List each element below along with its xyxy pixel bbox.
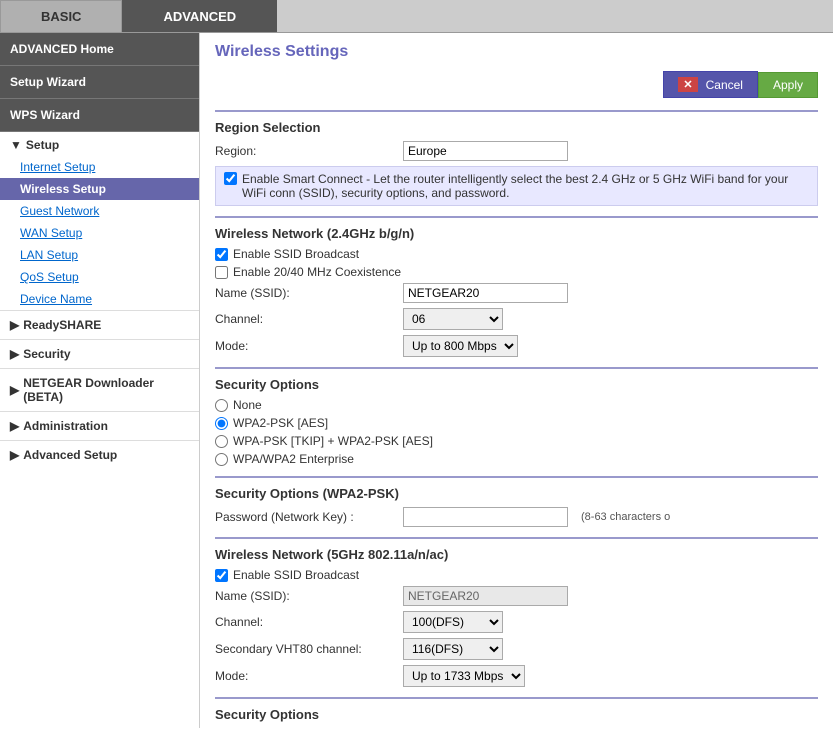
security-title: Security Options	[215, 377, 818, 392]
security-wpa2-label: WPA2-PSK [AES]	[233, 416, 328, 430]
security-enterprise-radio[interactable]	[215, 453, 228, 466]
enable-2040-row: Enable 20/40 MHz Coexistence	[215, 265, 818, 279]
security-none-row: None	[215, 398, 818, 412]
security-5g-title: Security Options	[215, 707, 818, 722]
smart-connect-text: Enable Smart Connect - Let the router in…	[242, 172, 809, 200]
mode-5g-select[interactable]: Up to 1733 Mbps Up to 1300 Mbps	[403, 665, 525, 687]
smart-connect-checkbox[interactable]	[224, 172, 237, 185]
channel-24-label: Channel:	[215, 312, 395, 326]
arrow-right-icon-admin: ▶	[10, 419, 19, 433]
smart-connect-bar: Enable Smart Connect - Let the router in…	[215, 166, 818, 206]
ssid-5g-row: Name (SSID):	[215, 586, 818, 606]
channel-5g-label: Channel:	[215, 615, 395, 629]
password-row: Password (Network Key) : (8-63 character…	[215, 507, 818, 527]
sidebar-section-setup[interactable]: ▼ Setup	[0, 132, 199, 156]
channel-5g-row: Channel: 100(DFS) Auto	[215, 611, 818, 633]
mode-5g-label: Mode:	[215, 669, 395, 683]
action-bar: ✕ Cancel Apply	[215, 71, 818, 98]
wireless-24-title: Wireless Network (2.4GHz b/g/n)	[215, 226, 818, 241]
enable-ssid-24-checkbox[interactable]	[215, 248, 228, 261]
security-wpa2-radio[interactable]	[215, 417, 228, 430]
arrow-right-icon-netgear: ▶	[10, 383, 19, 397]
ssid-24-row: Name (SSID):	[215, 283, 818, 303]
enable-2040-checkbox[interactable]	[215, 266, 228, 279]
security-divider	[215, 367, 818, 369]
sidebar: ADVANCED Home Setup Wizard WPS Wizard ▼ …	[0, 33, 200, 728]
arrow-right-icon-security: ▶	[10, 347, 19, 361]
sidebar-link-device-name[interactable]: Device Name	[0, 288, 199, 310]
sidebar-links-setup: Internet Setup Wireless Setup Guest Netw…	[0, 156, 199, 310]
wireless-24-divider	[215, 216, 818, 218]
security-enterprise-label: WPA/WPA2 Enterprise	[233, 452, 354, 466]
sidebar-item-advanced-home[interactable]: ADVANCED Home	[0, 33, 199, 66]
mode-24-label: Mode:	[215, 339, 395, 353]
password-label: Password (Network Key) :	[215, 510, 395, 524]
security-5g-divider	[215, 697, 818, 699]
region-divider	[215, 110, 818, 112]
secondary-vht80-row: Secondary VHT80 channel: 116(DFS) 120(DF…	[215, 638, 818, 660]
sidebar-item-wps-wizard[interactable]: WPS Wizard	[0, 99, 199, 132]
mode-5g-row: Mode: Up to 1733 Mbps Up to 1300 Mbps	[215, 665, 818, 687]
secondary-vht80-select[interactable]: 116(DFS) 120(DFS)	[403, 638, 503, 660]
sidebar-item-setup-wizard[interactable]: Setup Wizard	[0, 66, 199, 99]
main-content: Wireless Settings ✕ Cancel Apply Region …	[200, 33, 833, 728]
enable-ssid-5g-row: Enable SSID Broadcast	[215, 568, 818, 582]
sidebar-section-administration[interactable]: ▶ Administration	[0, 411, 199, 440]
channel-5g-select[interactable]: 100(DFS) Auto	[403, 611, 503, 633]
wireless-5g-divider	[215, 537, 818, 539]
security-enterprise-row: WPA/WPA2 Enterprise	[215, 452, 818, 466]
sidebar-link-wan-setup[interactable]: WAN Setup	[0, 222, 199, 244]
tab-basic[interactable]: BASIC	[0, 0, 122, 32]
sidebar-link-wireless-setup[interactable]: Wireless Setup	[0, 178, 199, 200]
top-tabs: BASIC ADVANCED	[0, 0, 833, 33]
sidebar-section-security[interactable]: ▶ Security	[0, 339, 199, 368]
mode-24-row: Mode: Up to 800 Mbps Up to 450 Mbps	[215, 335, 818, 357]
sidebar-link-internet-setup[interactable]: Internet Setup	[0, 156, 199, 178]
wpa2-divider	[215, 476, 818, 478]
ssid-5g-input[interactable]	[403, 586, 568, 606]
region-label: Region:	[215, 144, 395, 158]
password-input[interactable]	[403, 507, 568, 527]
region-input[interactable]	[403, 141, 568, 161]
password-hint: (8-63 characters o	[581, 511, 670, 523]
wpa2-section-title: Security Options (WPA2-PSK)	[215, 486, 818, 501]
security-none-radio[interactable]	[215, 399, 228, 412]
page-title: Wireless Settings	[215, 43, 818, 61]
enable-ssid-5g-label: Enable SSID Broadcast	[233, 568, 359, 582]
layout: ADVANCED Home Setup Wizard WPS Wizard ▼ …	[0, 33, 833, 728]
security-wpa-tkip-row: WPA-PSK [TKIP] + WPA2-PSK [AES]	[215, 434, 818, 448]
ssid-24-label: Name (SSID):	[215, 286, 395, 300]
enable-ssid-24-label: Enable SSID Broadcast	[233, 247, 359, 261]
enable-ssid-5g-checkbox[interactable]	[215, 569, 228, 582]
arrow-down-icon: ▼	[10, 138, 22, 152]
sidebar-section-readyshare[interactable]: ▶ ReadySHARE	[0, 310, 199, 339]
security-wpa-tkip-radio[interactable]	[215, 435, 228, 448]
sidebar-link-lan-setup[interactable]: LAN Setup	[0, 244, 199, 266]
x-icon: ✕	[678, 77, 697, 92]
tab-advanced[interactable]: ADVANCED	[122, 0, 277, 32]
arrow-right-icon-advanced: ▶	[10, 448, 19, 462]
region-row: Region:	[215, 141, 818, 161]
security-none-label: None	[233, 398, 262, 412]
channel-24-select[interactable]: 06 Auto	[403, 308, 503, 330]
enable-2040-label: Enable 20/40 MHz Coexistence	[233, 265, 401, 279]
sidebar-section-advanced-setup[interactable]: ▶ Advanced Setup	[0, 440, 199, 469]
enable-ssid-24-row: Enable SSID Broadcast	[215, 247, 818, 261]
security-wpa2-row: WPA2-PSK [AES]	[215, 416, 818, 430]
apply-button[interactable]: Apply	[758, 72, 818, 98]
ssid-24-input[interactable]	[403, 283, 568, 303]
cancel-button[interactable]: ✕ Cancel	[663, 71, 758, 98]
sidebar-section-netgear-downloader[interactable]: ▶ NETGEAR Downloader (BETA)	[0, 368, 199, 411]
mode-24-select[interactable]: Up to 800 Mbps Up to 450 Mbps	[403, 335, 518, 357]
sidebar-link-qos-setup[interactable]: QoS Setup	[0, 266, 199, 288]
channel-24-row: Channel: 06 Auto	[215, 308, 818, 330]
region-section-title: Region Selection	[215, 120, 818, 135]
sidebar-link-guest-network[interactable]: Guest Network	[0, 200, 199, 222]
arrow-right-icon: ▶	[10, 318, 19, 332]
ssid-5g-label: Name (SSID):	[215, 589, 395, 603]
security-wpa-tkip-label: WPA-PSK [TKIP] + WPA2-PSK [AES]	[233, 434, 433, 448]
wireless-5g-title: Wireless Network (5GHz 802.11a/n/ac)	[215, 547, 818, 562]
secondary-vht80-label: Secondary VHT80 channel:	[215, 642, 395, 656]
